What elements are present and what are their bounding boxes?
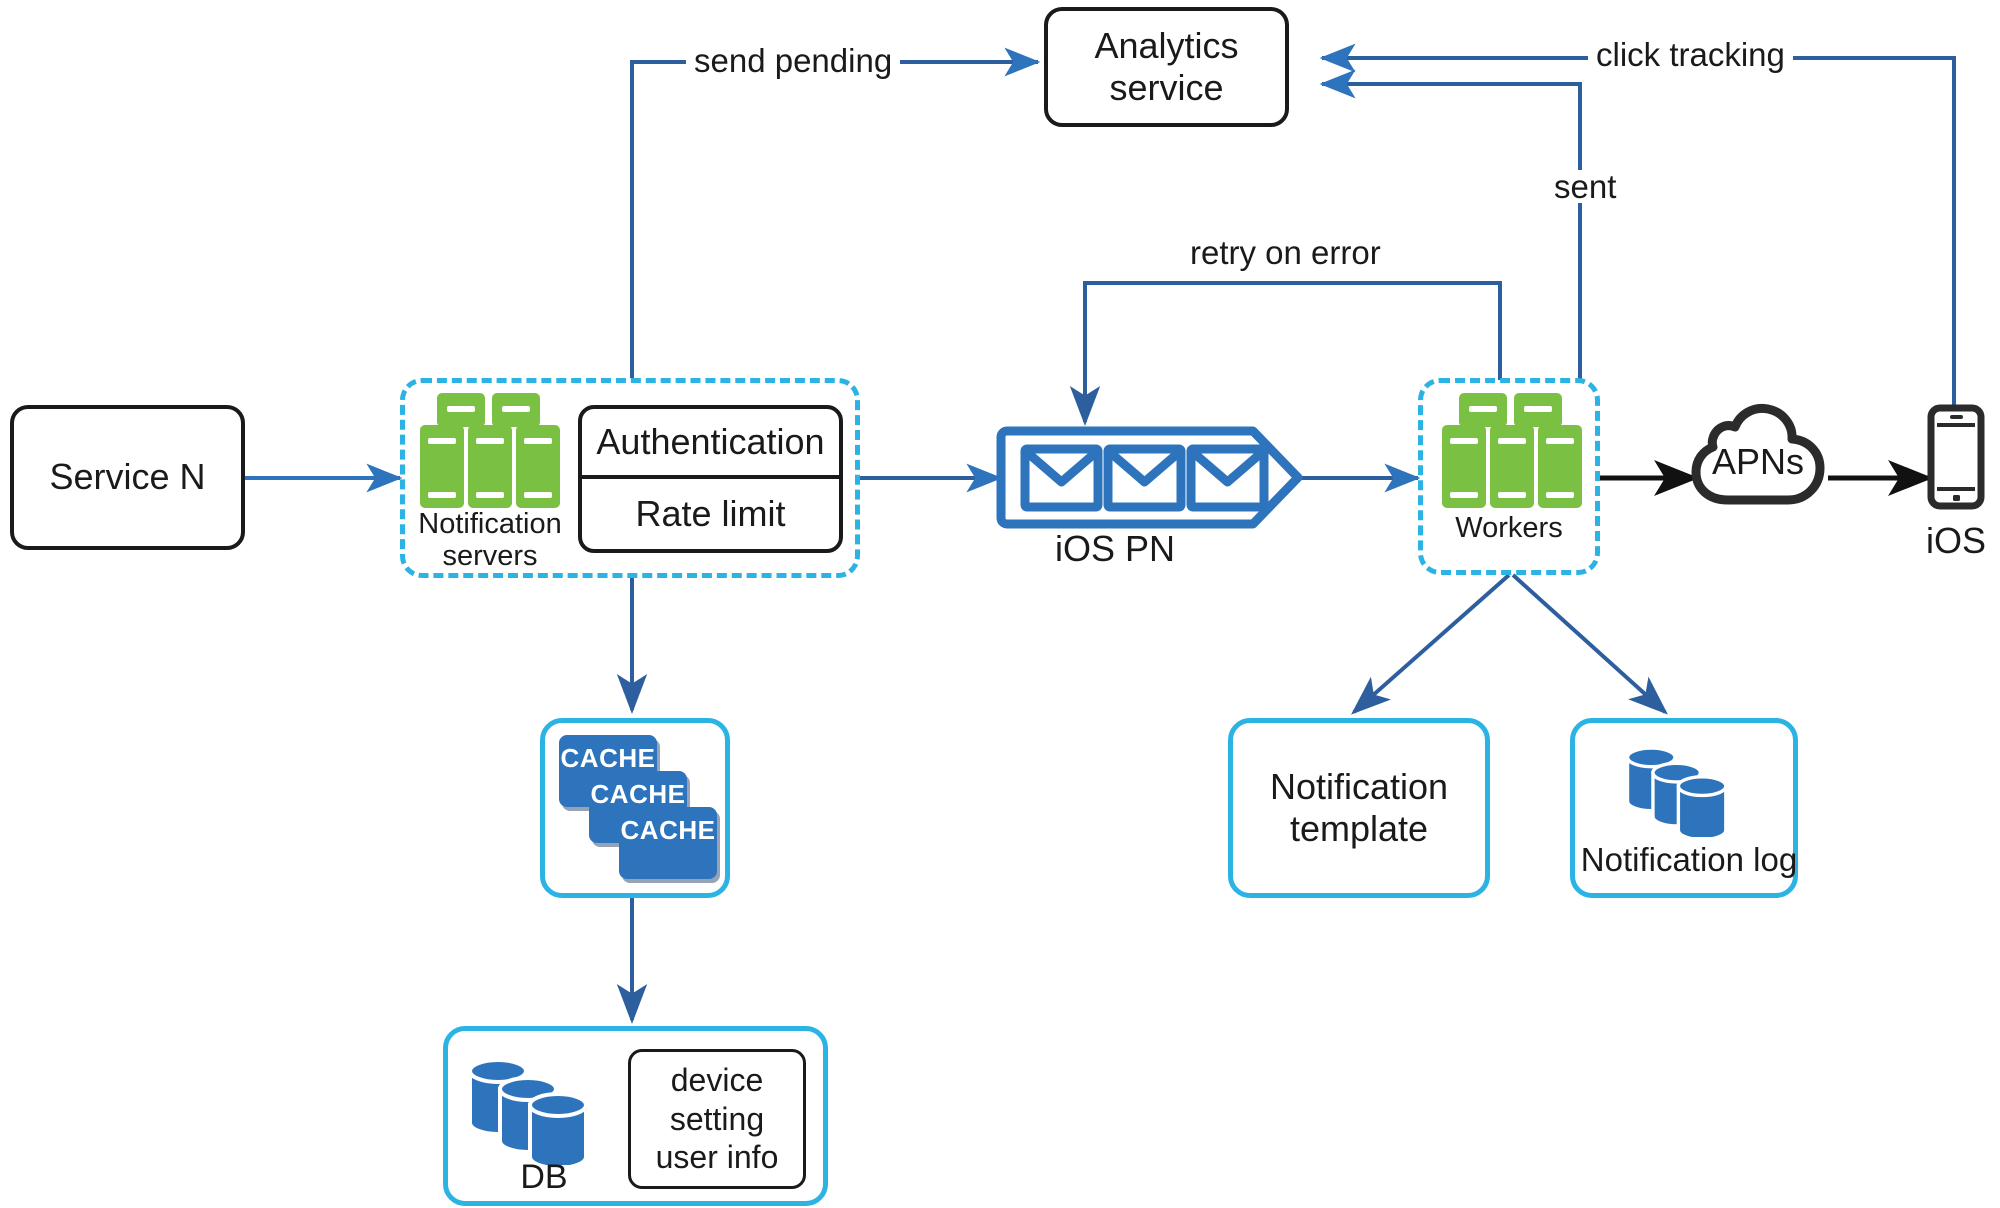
node-cache[interactable]: CACHE CACHE CACHE [540, 718, 730, 898]
queue-chevron-shape [996, 426, 1303, 529]
edge-label-send-pending: send pending [686, 44, 901, 77]
node-notification-template-label: Notification template [1269, 765, 1449, 849]
node-auth-rate-limit[interactable]: Authentication Rate limit [578, 405, 843, 553]
envelope-icon-2 [1103, 444, 1186, 512]
node-rate-limit[interactable]: Rate limit [582, 479, 839, 549]
cache-card-3: CACHE [619, 807, 717, 879]
phone-icon [1927, 404, 1985, 510]
node-analytics-service-label: Analytics service [1094, 24, 1239, 108]
node-service-n-label: Service N [49, 456, 206, 498]
node-service-n[interactable]: Service N [10, 405, 245, 550]
edge-label-click-tracking: click tracking [1588, 38, 1793, 71]
node-analytics-service[interactable]: Analytics service [1044, 7, 1289, 127]
cloud-icon: APNs [1691, 403, 1825, 505]
node-ios-pn-queue[interactable] [995, 425, 1305, 530]
group-label-notification-servers: Notification servers [418, 508, 562, 573]
edge-workers-to-template [1351, 573, 1511, 715]
node-apns-label: APNs [1712, 441, 1804, 482]
node-authentication[interactable]: Authentication [582, 409, 839, 479]
edge-send-pending [630, 47, 1041, 378]
database-cylinders-icon [1625, 746, 1728, 837]
node-apns[interactable]: APNs [1688, 400, 1838, 512]
node-ios-device[interactable] [1926, 404, 1986, 510]
edge-click-tracking [1319, 43, 1956, 420]
server-stack-icon-notification-servers [420, 393, 560, 508]
edge-workers-to-log [1511, 573, 1668, 715]
edge-label-sent: sent [1546, 170, 1625, 203]
connector-layer [245, 43, 1956, 1024]
node-notification-template[interactable]: Notification template [1228, 718, 1490, 898]
node-notification-log[interactable]: Notification log [1570, 718, 1798, 898]
architecture-diagram-canvas: send pending click tracking sent retry o… [0, 0, 2000, 1208]
database-cylinders-icon [468, 1058, 588, 1165]
node-db[interactable]: DB device setting user info [443, 1026, 828, 1206]
edge-sent [1319, 69, 1582, 380]
group-label-workers: Workers [1455, 512, 1563, 544]
node-db-label: DB [520, 1158, 568, 1196]
envelope-icon-1 [1020, 444, 1103, 512]
server-stack-icon-workers [1442, 393, 1582, 508]
node-db-inner-fields[interactable]: device setting user info [628, 1049, 806, 1189]
edge-label-retry-on-error: retry on error [1182, 236, 1389, 269]
envelope-icon-3 [1186, 444, 1269, 512]
node-notification-log-label: Notification log [1580, 841, 1798, 878]
